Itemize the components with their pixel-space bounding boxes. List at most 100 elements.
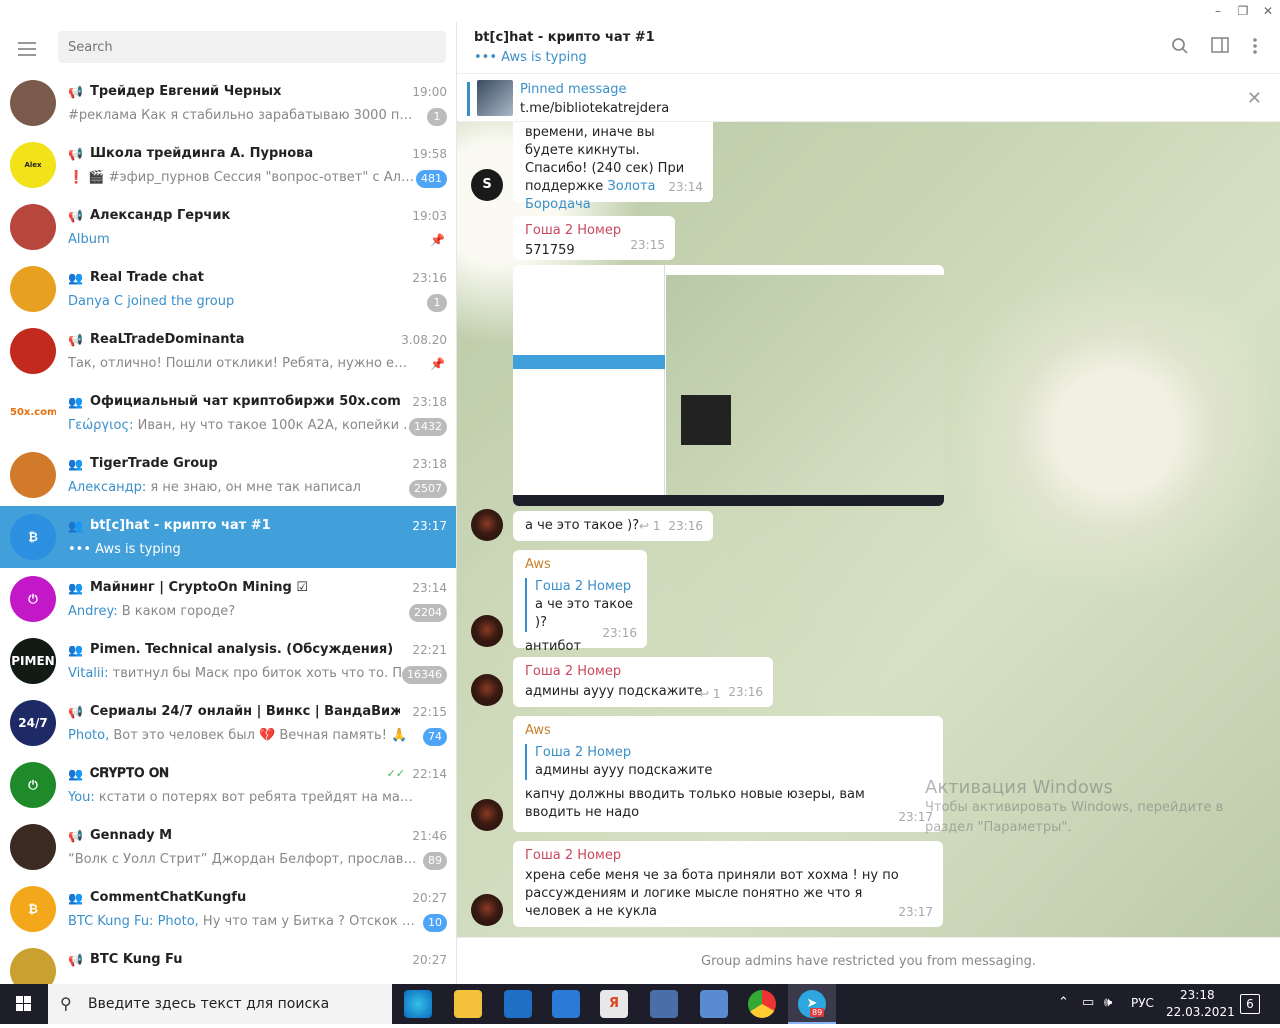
chat-list-item[interactable]: 📢 BTC Kung Fu 20:27: [0, 940, 456, 984]
close-window-button[interactable]: ✕: [1258, 2, 1278, 20]
chat-preview: BTC Kung Fu: Photo, Ну что там у Битка ?…: [68, 914, 418, 929]
chat-preview: Album: [68, 232, 418, 247]
chat-avatar: [10, 452, 56, 498]
chat-list-item[interactable]: 50x.com 👥 Официальный чат криптобиржи 50x.…: [0, 382, 456, 444]
chat-name: Real Trade chat: [90, 270, 204, 285]
chat-time: 20:27: [412, 953, 447, 967]
search-icon: ⚲: [60, 994, 72, 1013]
message-sender[interactable]: Aws: [525, 556, 635, 574]
message-bubble[interactable]: Aws Гоша 2 Номер админы аууу подскажите …: [513, 716, 943, 832]
preview-sender: Photo,: [68, 728, 110, 743]
chat-list-item[interactable]: ⏻ 👥 𝐂𝐑𝐘𝐏𝐓𝐎 𝐎𝐍 22:14 You: кстати о потерях во…: [0, 754, 456, 816]
language-indicator[interactable]: РУС: [1131, 996, 1154, 1010]
reply-count[interactable]: ↩ 1: [699, 685, 721, 703]
chat-list-item[interactable]: 👥 TigerTrade Group 23:18 Александр: я не зн…: [0, 444, 456, 506]
chrome-icon[interactable]: [748, 990, 776, 1018]
chat-time: 23:14: [412, 581, 447, 595]
chat-name: Официальный чат криптобиржи 50x.com: [90, 394, 400, 409]
chat-time: 20:27: [412, 891, 447, 905]
chat-name: Сериалы 24/7 онлайн | Винкс | ВандаВижн …: [90, 704, 400, 719]
watermark-title: Активация Windows: [925, 777, 1113, 798]
network-app-icon[interactable]: [650, 990, 678, 1018]
chat-avatar: 50x.com: [10, 390, 56, 436]
chat-time: 22:15: [412, 705, 447, 719]
chat-list-item[interactable]: Alex Purnov 📢 Школа трейдинга А. Пурнова 19…: [0, 134, 456, 196]
windows-logo-icon: [16, 996, 31, 1011]
title-bar: – ❐ ✕: [0, 0, 1280, 22]
tray-chevron-icon[interactable]: ⌃: [1058, 995, 1069, 1010]
telegram-taskbar-button[interactable]: ➤ 89: [788, 984, 836, 1024]
chat-name: Майнинг | CryptoOn Mining ☑: [90, 580, 309, 595]
message-bubble[interactable]: Гоша 2 Номер 571759 23:15: [513, 216, 675, 260]
start-button[interactable]: [0, 984, 48, 1024]
message-bubble[interactable]: Гоша 2 Номер админы аууу подскажите ↩ 1 …: [513, 657, 773, 707]
watermark-text: Чтобы активировать Windows, перейдите в …: [925, 800, 1224, 835]
chat-title[interactable]: bt[c]hat - крипто чат #1: [474, 30, 655, 45]
maximize-button[interactable]: ❐: [1233, 2, 1253, 20]
more-options-icon[interactable]: [1244, 37, 1266, 59]
chat-preview: Γεώργιος: Иван, ну что такое 100к А2А, к…: [68, 418, 418, 433]
reply-author: Гоша 2 Номер: [535, 579, 632, 594]
sidebar-toggle-icon[interactable]: [1209, 37, 1231, 59]
file-explorer-icon[interactable]: [454, 990, 482, 1018]
channel-icon: 📢: [68, 705, 83, 719]
user-avatar[interactable]: [471, 799, 503, 831]
pinned-label: Pinned message: [520, 82, 627, 97]
network-icon[interactable]: ▭: [1082, 995, 1094, 1010]
search-icon[interactable]: [1169, 37, 1191, 59]
chat-time: 22:14: [412, 767, 447, 781]
user-avatar[interactable]: [471, 509, 503, 541]
chat-list-item[interactable]: 📢 Gennady M 21:46 “Волк с Уолл Стрит” Джорд…: [0, 816, 456, 878]
message-sender[interactable]: Гоша 2 Номер: [525, 847, 931, 865]
image-preview-sidebar: [513, 265, 665, 506]
chat-time: 3.08.20: [401, 333, 447, 347]
pinned-icon: 📌: [430, 233, 445, 247]
user-avatar[interactable]: [471, 894, 503, 926]
preview-sender: Album: [68, 232, 110, 247]
telegram-window: – ❐ ✕ 📢 Трейдер Евгений Черных 19:00 #рекла…: [0, 0, 1280, 984]
chat-list-item[interactable]: PIMEN TA 👥 Pimen. Technical analysis. (Обс…: [0, 630, 456, 692]
message-sender[interactable]: Aws: [525, 722, 931, 740]
store-icon[interactable]: [504, 990, 532, 1018]
message-text: капчу должны вводить только новые юзеры,…: [525, 787, 865, 820]
reply-quote[interactable]: Гоша 2 Номер админы аууу подскажите: [525, 744, 931, 780]
mail-icon[interactable]: [552, 990, 580, 1018]
hamburger-menu-icon[interactable]: [18, 42, 36, 56]
volume-icon[interactable]: 🕪: [1104, 995, 1112, 1010]
bot-avatar[interactable]: S: [471, 169, 503, 201]
taskbar-search-box[interactable]: ⚲ Введите здесь текст для поиска: [48, 984, 392, 1024]
message-bubble[interactable]: Aws Гоша 2 Номер а че это такое )? антиб…: [513, 550, 647, 654]
chat-name: Gennady M: [90, 828, 173, 843]
pinned-message-bar[interactable]: Pinned message t.me/bibliotekatrejdera ✕: [457, 74, 1280, 122]
chat-list-item[interactable]: 📢 Александр Герчик 19:03 Album 📌: [0, 196, 456, 258]
chat-time: 23:17: [412, 519, 447, 533]
chat-list-item[interactable]: ₿ 👥 CommentChatKungfu 20:27 BTC Kung Fu: Pho…: [0, 878, 456, 940]
user-avatar[interactable]: [471, 674, 503, 706]
chat-list-item[interactable]: 24/7 📢 Сериалы 24/7 онлайн | Винкс | Ванда…: [0, 692, 456, 754]
yandex-icon[interactable]: Я: [600, 990, 628, 1018]
clock-time[interactable]: 23:18: [1180, 988, 1215, 1002]
clock-date[interactable]: 22.03.2021: [1166, 1005, 1235, 1019]
calculator-icon[interactable]: [700, 990, 728, 1018]
chat-list-item[interactable]: 📢 ReaLTradeDominanta 3.08.20 Так, отлично! …: [0, 320, 456, 382]
reply-count[interactable]: ↩ 1: [639, 517, 661, 535]
chat-list-item[interactable]: 👥 Real Trade chat 23:16 Danya C joined the …: [0, 258, 456, 320]
message-sender[interactable]: Гоша 2 Номер: [525, 663, 761, 681]
message-bubble[interactable]: времени, иначе вы будете кикнуты. Спасиб…: [513, 122, 713, 212]
chat-preview: Александр: я не знаю, он мне так написал: [68, 480, 418, 495]
message-bubble[interactable]: Гоша 2 Номер хрена себе меня че за бота …: [513, 841, 943, 927]
chat-list-item[interactable]: 📢 Трейдер Евгений Черных 19:00 #реклама Как…: [0, 72, 456, 134]
chat-list-item[interactable]: ⏻ 👥 Майнинг | CryptoOn Mining ☑ 23:14 Andrey…: [0, 568, 456, 630]
edge-icon[interactable]: [404, 990, 432, 1018]
search-input[interactable]: [58, 31, 446, 63]
preview-text: Ну что там у Битка ? Отскок никак...: [202, 914, 418, 929]
image-message[interactable]: [513, 265, 944, 506]
close-pinned-icon[interactable]: ✕: [1247, 88, 1262, 109]
message-time: 23:16: [668, 519, 703, 533]
group-icon: 👥: [68, 581, 83, 595]
message-bubble[interactable]: а че это такое )? ↩ 1 23:16: [513, 511, 713, 541]
notification-center-icon[interactable]: 6: [1240, 994, 1260, 1014]
user-avatar[interactable]: [471, 615, 503, 647]
minimize-button[interactable]: –: [1208, 2, 1228, 20]
chat-list-item[interactable]: ₿ 👥 bt[c]hat - крипто чат #1 23:17 ••• Aws i…: [0, 506, 456, 568]
